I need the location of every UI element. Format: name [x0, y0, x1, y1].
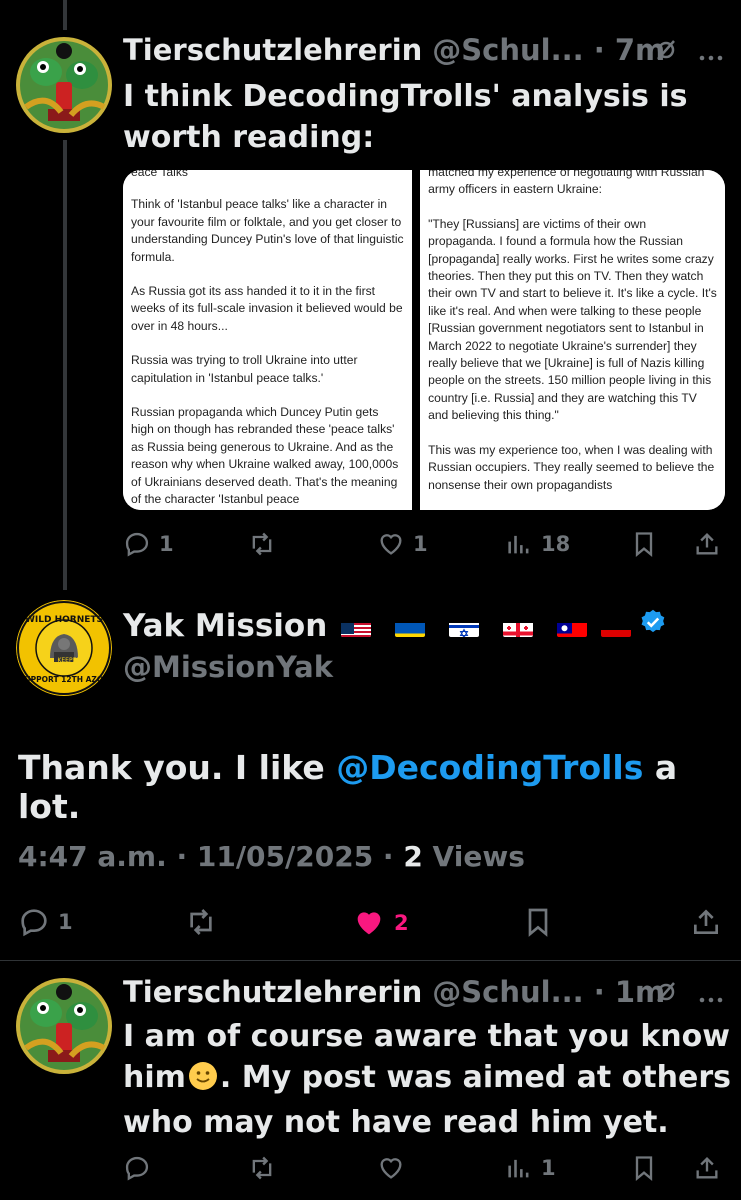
- views-button[interactable]: 1: [505, 1154, 556, 1182]
- verified-badge-icon: [639, 608, 667, 644]
- flag-ukraine-icon: [395, 616, 426, 637]
- heart-filled-icon: [357, 912, 381, 935]
- flag-us-icon: [341, 616, 372, 637]
- bookmark-button[interactable]: [630, 530, 658, 558]
- timestamp-text[interactable]: 4:47 a.m. · 11/05/2025 ·: [18, 840, 403, 873]
- repost-button[interactable]: [185, 906, 217, 938]
- divider: [0, 960, 741, 961]
- main-author-row: Yak Mission: [123, 608, 667, 644]
- reply-count: 1: [58, 910, 73, 934]
- flag-israel-icon: [449, 616, 480, 637]
- bookmark-icon: [635, 532, 653, 557]
- reply-count: 1: [159, 532, 174, 556]
- views-icon: [508, 535, 529, 554]
- thread-line-top: [63, 0, 67, 30]
- flag-georgia-icon: [503, 616, 534, 637]
- repost-icon: [252, 532, 272, 556]
- flag-taiwan-icon: [557, 616, 588, 637]
- share-button[interactable]: [693, 1154, 721, 1182]
- avatar[interactable]: [16, 37, 112, 133]
- post-header-icons: [655, 980, 723, 1010]
- bookmark-button[interactable]: [630, 1154, 658, 1182]
- views-count: 2: [403, 840, 423, 873]
- avatar[interactable]: WILD HORNETS SUPPORT 12TH AZOV KEEPER: [16, 600, 112, 696]
- more-icon[interactable]: [699, 980, 723, 1010]
- bookmark-icon: [635, 1156, 653, 1181]
- repost-button[interactable]: [248, 530, 276, 558]
- share-button[interactable]: [690, 906, 722, 938]
- views-icon: [508, 1159, 529, 1178]
- post1-actions: 1 1 18: [0, 525, 741, 565]
- author-handle[interactable]: @MissionYak: [123, 650, 333, 684]
- post-header: Tierschutzlehrerin @Schul... · 7m: [123, 33, 665, 67]
- avatar-text-bottom: SUPPORT 12TH AZOV: [19, 675, 109, 684]
- reply-button[interactable]: 1: [123, 530, 174, 558]
- share-button[interactable]: [693, 530, 721, 558]
- post-header: Tierschutzlehrerin @Schul... · 1m: [123, 975, 665, 1009]
- repost-button[interactable]: [248, 1154, 276, 1182]
- post-text: I think DecodingTrolls' analysis is wort…: [123, 79, 688, 155]
- reply-icon: [125, 1156, 149, 1181]
- handle-time[interactable]: @Schul... · 1m: [432, 975, 665, 1009]
- media-left-column: eace Talks Think of 'Istanbul peace talk…: [123, 170, 413, 510]
- like-button[interactable]: [377, 1154, 405, 1182]
- like-count: 1: [413, 532, 428, 556]
- repost-icon: [252, 1156, 272, 1180]
- grok-icon[interactable]: [655, 38, 677, 68]
- heart-icon: [380, 534, 402, 555]
- post-timestamp: 4:47 a.m. · 11/05/2025 · 2 Views: [18, 840, 525, 873]
- bookmark-icon: [528, 908, 548, 937]
- main-actions: 1 2: [0, 902, 741, 946]
- avatar-text-center: KEEPER: [57, 657, 80, 664]
- share-icon: [696, 533, 718, 555]
- reply-button[interactable]: [123, 1154, 151, 1182]
- avatar-text-top: WILD HORNETS: [25, 615, 103, 625]
- reply-icon: [125, 532, 149, 557]
- like-count: 2: [394, 911, 409, 935]
- bookmark-button[interactable]: [522, 906, 554, 938]
- media-divider: [412, 170, 421, 510]
- slightly-smiling-emoji-icon: [188, 1061, 218, 1102]
- thread-line-mid: [63, 140, 67, 590]
- share-icon: [696, 1157, 718, 1179]
- heart-icon: [380, 1158, 402, 1179]
- post3-actions: 1: [0, 1150, 741, 1190]
- author-name[interactable]: Yak Mission: [123, 608, 327, 644]
- post-text: I am of course aware that you know him. …: [123, 1019, 731, 1140]
- mention-link[interactable]: @DecodingTrolls: [336, 748, 643, 787]
- media-right-column: matched my experience of negotiating wit…: [420, 170, 725, 510]
- author-name[interactable]: Tierschutzlehrerin: [123, 975, 422, 1009]
- views-count: 18: [541, 532, 571, 556]
- like-button[interactable]: 1: [377, 530, 428, 558]
- author-name[interactable]: Tierschutzlehrerin: [123, 33, 422, 67]
- post-text: Thank you. I like @DecodingTrolls a lot.: [18, 748, 678, 826]
- reply-button[interactable]: 1: [18, 906, 73, 938]
- views-count: 1: [541, 1156, 556, 1180]
- share-icon: [694, 909, 718, 934]
- more-icon[interactable]: [699, 38, 723, 68]
- grok-icon[interactable]: [655, 980, 677, 1010]
- flag-germany-icon: [601, 616, 632, 637]
- post-header-icons: [655, 38, 723, 68]
- views-button[interactable]: 18: [505, 530, 570, 558]
- avatar[interactable]: [16, 978, 112, 1074]
- like-button[interactable]: 2: [352, 906, 409, 940]
- repost-icon: [190, 909, 212, 935]
- reply-icon: [21, 909, 47, 937]
- handle-time[interactable]: @Schul... · 7m: [432, 33, 665, 67]
- views-label: Views: [422, 840, 525, 873]
- post-media-image[interactable]: eace Talks Think of 'Istanbul peace talk…: [123, 170, 725, 510]
